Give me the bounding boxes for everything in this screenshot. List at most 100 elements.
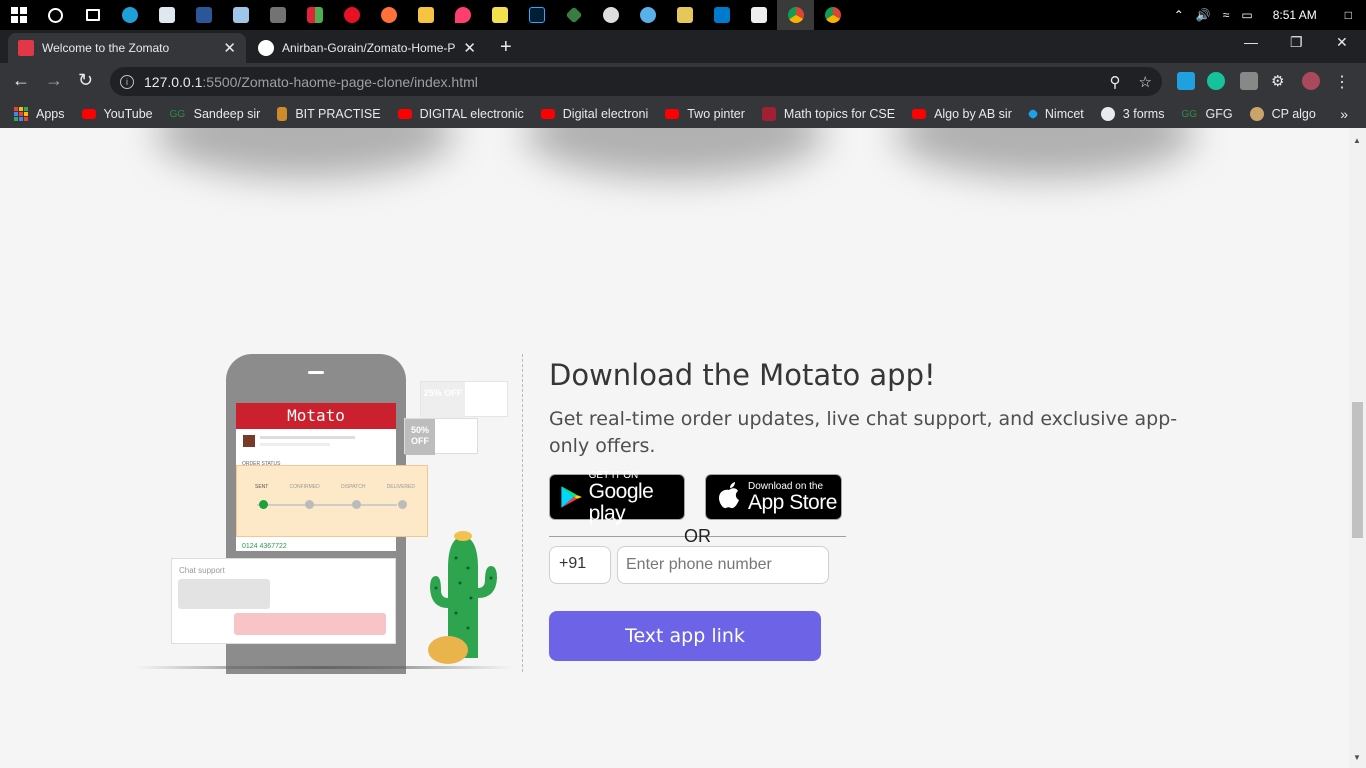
wifi-icon[interactable]: ≈: [1217, 8, 1236, 22]
app-name: Motato: [236, 403, 396, 429]
bookmark-label: BIT PRACTISE: [295, 107, 381, 121]
chevron-up-icon[interactable]: ⌃: [1168, 8, 1190, 22]
git-icon[interactable]: [555, 0, 592, 30]
edge-icon[interactable]: [111, 0, 148, 30]
bookmark-two-pinter[interactable]: Two pinter: [665, 107, 745, 121]
page-title: Download the Motato app!: [549, 358, 936, 392]
bookmark-label: Math topics for CSE: [783, 107, 896, 121]
paint-icon[interactable]: [444, 0, 481, 30]
chrome-icon[interactable]: [777, 0, 814, 30]
google-play-button[interactable]: GET IT ON Google play: [549, 470, 685, 524]
youtube-icon: [397, 109, 412, 119]
apps-icon[interactable]: [296, 0, 333, 30]
extensions-puzzle-icon[interactable]: ⚙: [1271, 72, 1289, 90]
reload-icon[interactable]: ↻: [78, 70, 93, 91]
feedback-icon[interactable]: [740, 0, 777, 30]
order-status-card: SENT CONFIRMED DISPATCH DELIVERED: [236, 465, 428, 537]
offer-card: 25% OFF: [420, 381, 508, 418]
tab-strip: Welcome to the Zomato ✕ Anirban-Gorain/Z…: [0, 30, 1366, 63]
file-explorer-icon[interactable]: [407, 0, 444, 30]
chrome-icon-2[interactable]: [814, 0, 851, 30]
app-store-button[interactable]: Download on the App Store: [705, 474, 842, 520]
address-bar[interactable]: i 127.0.0.1:5500/Zomato-haome-page-clone…: [110, 67, 1162, 96]
bookmark-sandeep-sir[interactable]: GG Sandeep sir: [170, 107, 261, 121]
extension-translate-icon[interactable]: [1177, 72, 1195, 90]
page-scrollbar[interactable]: ▲ ▼: [1349, 128, 1366, 768]
tab-zomato[interactable]: Welcome to the Zomato ✕: [8, 33, 246, 63]
clock-icon[interactable]: [592, 0, 629, 30]
sticky-notes-icon[interactable]: [481, 0, 518, 30]
menu-kebab-icon[interactable]: ⋮: [1334, 72, 1352, 91]
bookmark-bit-practise[interactable]: BIT PRACTISE: [277, 107, 381, 121]
avatar[interactable]: [1302, 72, 1320, 90]
app-store-small: Download on the: [748, 480, 824, 492]
bookmark-nimcet[interactable]: Nimcet: [1027, 107, 1084, 121]
word-icon[interactable]: [185, 0, 222, 30]
bookmark-label: Apps: [36, 107, 65, 121]
github-favicon-icon: [258, 40, 274, 56]
target-icon[interactable]: [333, 0, 370, 30]
snip-icon[interactable]: [666, 0, 703, 30]
chat-label: Chat support: [179, 566, 225, 575]
google-play-big: Google play: [588, 479, 654, 525]
youtube-icon: [81, 109, 96, 119]
restore-icon[interactable]: ❐: [1290, 34, 1303, 51]
bookmark-star-icon[interactable]: ☆: [1139, 73, 1152, 91]
page-subtitle: Get real-time order updates, live chat s…: [549, 408, 1178, 457]
bookmarks-bar: Apps YouTube GG Sandeep sir BIT PRACTISE …: [0, 100, 1366, 128]
vscode-icon[interactable]: [703, 0, 740, 30]
url-path: :5500/Zomato-haome-page-clone/index.html: [202, 73, 478, 90]
bookmark-apps[interactable]: Apps: [14, 107, 65, 121]
clock-time[interactable]: 8:51 AM: [1259, 8, 1331, 22]
volume-icon[interactable]: 🔊: [1190, 8, 1217, 22]
extension-pen-icon[interactable]: [1240, 72, 1258, 90]
scroll-up-icon[interactable]: ▲: [1353, 136, 1361, 145]
notification-icon[interactable]: □: [1331, 8, 1366, 22]
chat-support-card: Chat support: [171, 558, 396, 644]
bookmark-youtube[interactable]: YouTube: [81, 107, 153, 121]
bookmark-math-topics[interactable]: Math topics for CSE: [761, 107, 896, 121]
task-view-icon[interactable]: [74, 0, 111, 30]
bookmark-digital-electronic[interactable]: DIGITAL electronic: [397, 107, 524, 121]
paint3d-icon[interactable]: [629, 0, 666, 30]
battery-icon[interactable]: ▭: [1235, 8, 1258, 22]
minimize-icon[interactable]: —: [1244, 34, 1258, 50]
forward-icon[interactable]: →: [45, 70, 63, 91]
new-tab-button[interactable]: +: [500, 36, 512, 59]
cortana-icon[interactable]: [37, 0, 74, 30]
photoshop-icon[interactable]: [518, 0, 555, 30]
calculator-icon[interactable]: [259, 0, 296, 30]
apps-grid-icon: [14, 107, 28, 121]
close-tab-icon[interactable]: ✕: [463, 39, 476, 57]
card-shadow: [155, 128, 455, 178]
firefox-icon[interactable]: [370, 0, 407, 30]
text-app-link-button[interactable]: Text app link: [549, 611, 821, 661]
bookmark-digital-electroni[interactable]: Digital electroni: [540, 107, 648, 121]
bookmark-algo-by-ab-sir[interactable]: Algo by AB sir: [912, 107, 1012, 121]
windows-start-icon[interactable]: [0, 0, 37, 30]
bit-icon: [277, 107, 288, 121]
scroll-down-icon[interactable]: ▼: [1353, 753, 1361, 762]
bookmark-gfg[interactable]: GG GFG: [1181, 107, 1232, 121]
close-tab-icon[interactable]: ✕: [223, 39, 236, 57]
country-code-field[interactable]: +91: [549, 546, 611, 584]
step-label: DISPATCH: [340, 484, 366, 490]
photos-icon[interactable]: [148, 0, 185, 30]
zoom-icon[interactable]: ⚲: [1110, 73, 1121, 91]
cactus-illustration: [428, 531, 497, 664]
notepad-icon[interactable]: [222, 0, 259, 30]
scroll-thumb[interactable]: [1352, 402, 1363, 538]
site-info-icon[interactable]: i: [120, 74, 134, 89]
close-window-icon[interactable]: ✕: [1336, 34, 1348, 51]
bookmark-cp-algo[interactable]: CP algo: [1249, 107, 1316, 121]
tab-github[interactable]: Anirban-Gorain/Zomato-Home-P ✕: [248, 33, 486, 63]
back-icon[interactable]: ←: [12, 70, 30, 91]
chat-bubble: [178, 579, 270, 609]
phone-number-input[interactable]: [617, 546, 829, 584]
bookmark-3-forms[interactable]: 3 forms: [1100, 107, 1164, 121]
youtube-icon: [665, 109, 680, 119]
restaurant-thumb: [243, 435, 255, 447]
grammarly-icon[interactable]: [1207, 72, 1225, 90]
bookmarks-overflow-icon[interactable]: »: [1340, 106, 1348, 122]
or-label: OR: [684, 526, 711, 546]
